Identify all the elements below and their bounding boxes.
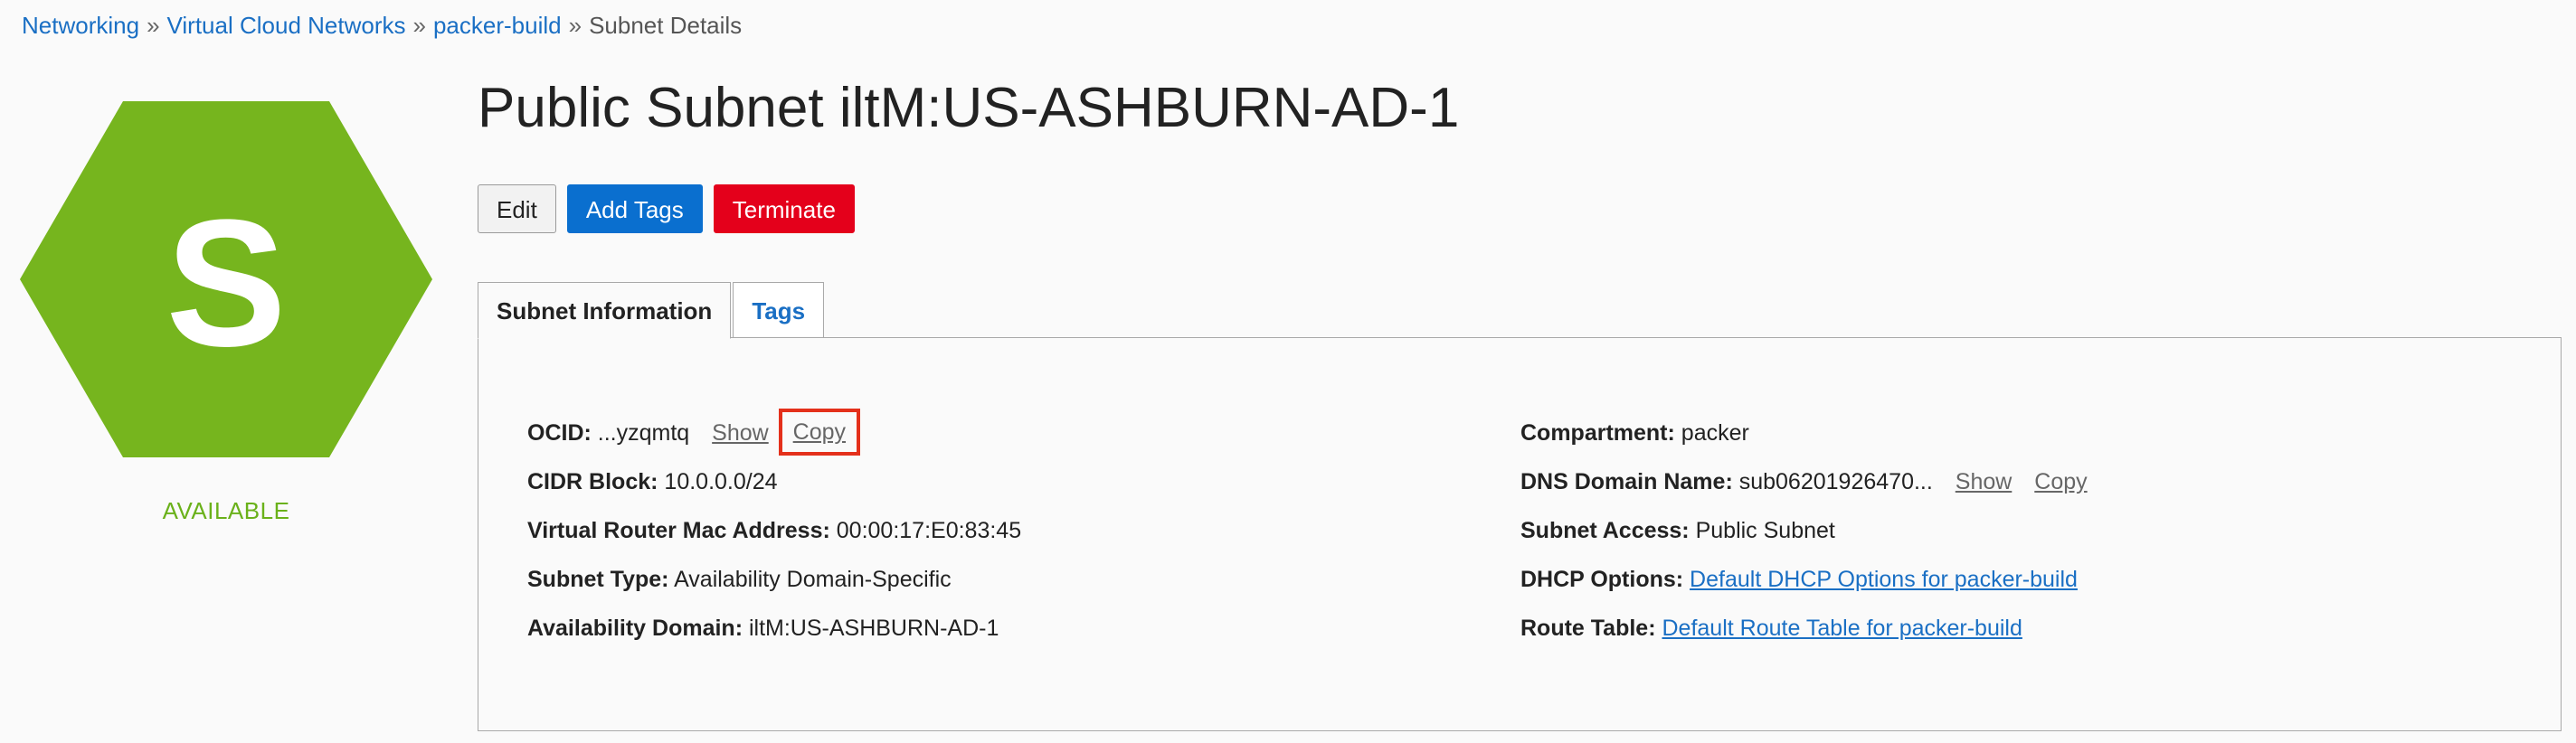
compartment-value: packer: [1681, 420, 1749, 446]
dns-copy-link[interactable]: Copy: [2034, 469, 2087, 494]
ocid-label: OCID:: [527, 420, 592, 446]
compartment-label: Compartment:: [1520, 420, 1675, 446]
ad-label: Availability Domain:: [527, 616, 743, 641]
ocid-show-link[interactable]: Show: [712, 420, 769, 446]
access-value: Public Subnet: [1695, 518, 1835, 543]
breadcrumb-separator: »: [147, 12, 160, 39]
subnet-type-row: Subnet Type: Availability Domain-Specifi…: [527, 555, 1021, 604]
breadcrumb: Networking» Virtual Cloud Networks» packer…: [22, 11, 742, 40]
dhcp-label: DHCP Options:: [1520, 567, 1684, 592]
ocid-copy-link[interactable]: Copy: [793, 419, 846, 445]
action-bar: Edit Add Tags Terminate: [478, 184, 855, 233]
tab-tags[interactable]: Tags: [733, 282, 825, 338]
breadcrumb-separator: »: [568, 12, 582, 39]
dns-label: DNS Domain Name:: [1520, 469, 1733, 494]
route-table-link[interactable]: Default Route Table for packer-build: [1662, 616, 2022, 641]
vr-mac-row: Virtual Router Mac Address: 00:00:17:E0:…: [527, 506, 1021, 555]
breadcrumb-vcns[interactable]: Virtual Cloud Networks: [167, 12, 406, 39]
status-label: AVAILABLE: [162, 497, 290, 524]
info-column-right: Compartment: packer DNS Domain Name: sub…: [1520, 409, 2088, 653]
subnet-type-value: Availability Domain-Specific: [674, 567, 952, 592]
page-title: Public Subnet iltM:US-ASHBURN-AD-1: [478, 77, 1460, 139]
route-row: Route Table: Default Route Table for pac…: [1520, 604, 2088, 653]
ocid-copy-highlight: Copy: [778, 409, 861, 456]
vr-mac-value: 00:00:17:E0:83:45: [836, 518, 1022, 543]
ad-row: Availability Domain: iltM:US-ASHBURN-AD-…: [527, 604, 1021, 653]
cidr-row: CIDR Block: 10.0.0.0/24: [527, 457, 1021, 506]
access-row: Subnet Access: Public Subnet: [1520, 506, 2088, 555]
dhcp-row: DHCP Options: Default DHCP Options for p…: [1520, 555, 2088, 604]
tab-subnet-information[interactable]: Subnet Information: [478, 282, 732, 339]
add-tags-button[interactable]: Add Tags: [566, 184, 703, 233]
subnet-hexagon-icon: S: [20, 101, 432, 457]
subnet-info-panel: OCID: ...yzqmtq Show Copy CIDR Block: 10…: [478, 337, 2562, 731]
dns-show-link[interactable]: Show: [1956, 469, 2012, 494]
tab-bar: Subnet Information Tags: [478, 282, 825, 339]
breadcrumb-separator: »: [412, 12, 426, 39]
compartment-row: Compartment: packer: [1520, 409, 2088, 457]
info-column-left: OCID: ...yzqmtq Show Copy CIDR Block: 10…: [527, 409, 1021, 653]
cidr-value: 10.0.0.0/24: [664, 469, 778, 494]
edit-button[interactable]: Edit: [478, 184, 556, 233]
breadcrumb-current: Subnet Details: [589, 12, 743, 39]
ocid-value: ...yzqmtq: [597, 420, 690, 446]
dns-value: sub06201926470...: [1738, 469, 1933, 494]
breadcrumb-networking[interactable]: Networking: [22, 12, 139, 39]
vr-mac-label: Virtual Router Mac Address:: [527, 518, 830, 543]
access-label: Subnet Access:: [1520, 518, 1690, 543]
ocid-row: OCID: ...yzqmtq Show Copy: [527, 409, 1021, 457]
dns-row: DNS Domain Name: sub06201926470... Show …: [1520, 457, 2088, 506]
subnet-type-label: Subnet Type:: [527, 567, 669, 592]
ad-value: iltM:US-ASHBURN-AD-1: [748, 616, 999, 641]
breadcrumb-packer-build[interactable]: packer-build: [433, 12, 562, 39]
terminate-button[interactable]: Terminate: [713, 184, 855, 233]
dhcp-options-link[interactable]: Default DHCP Options for packer-build: [1690, 567, 2078, 592]
hexagon-letter: S: [166, 183, 286, 384]
cidr-label: CIDR Block:: [527, 469, 658, 494]
route-label: Route Table:: [1520, 616, 1656, 641]
